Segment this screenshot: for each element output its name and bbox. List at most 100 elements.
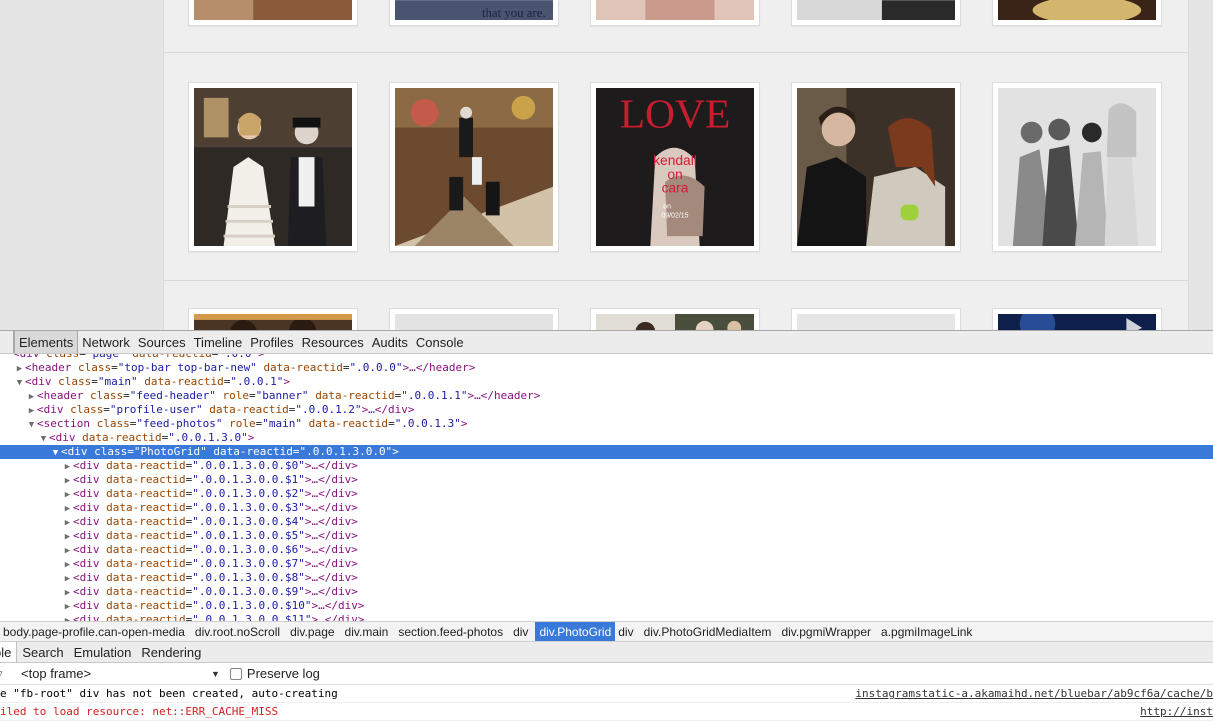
row-divider <box>164 280 1188 281</box>
frame-select[interactable]: <top frame> <box>21 666 211 681</box>
console-error-message: iled to load resource: net::ERR_CACHE_MI… <box>0 703 1213 721</box>
drawer-tab-console[interactable]: ole <box>0 642 18 662</box>
dom-node[interactable]: ▶ <header class="feed-header" role="banne… <box>0 389 1213 403</box>
dom-node[interactable]: ▶ <header class="top-bar top-bar-new" dat… <box>0 361 1213 375</box>
breadcrumb-item[interactable]: div.pgmiWrapper <box>778 622 878 641</box>
dom-node[interactable]: ▶ <div data-reactid=".0.0.1.3.0.0.$2">…</… <box>0 487 1213 501</box>
photo-tile[interactable]: that you are. <box>389 0 559 26</box>
expand-triangle-icon[interactable]: ▶ <box>62 572 73 586</box>
page-viewport: that you are. LOVE kendall on cara on 09… <box>0 0 1213 330</box>
breadcrumb-item[interactable]: div.root.noScroll <box>192 622 287 641</box>
photo-tile[interactable] <box>188 308 358 330</box>
tab-profiles[interactable]: Profiles <box>246 331 297 353</box>
photo-tile[interactable] <box>791 308 961 330</box>
expand-triangle-icon[interactable]: ▼ <box>50 446 61 460</box>
breadcrumb-item[interactable]: a.pgmiImageLink <box>878 622 979 641</box>
photo-tile[interactable] <box>590 308 760 330</box>
dom-node[interactable]: ▶ <div data-reactid=".0.0.1.3.0.0.$3">…</… <box>0 501 1213 515</box>
expand-triangle-icon[interactable]: ▼ <box>26 418 37 432</box>
devtools-tabbar: Elements Network Sources Timeline Profil… <box>0 330 1213 354</box>
drawer-tab-search[interactable]: Search <box>17 642 68 662</box>
tab-network[interactable]: Network <box>78 331 134 353</box>
dom-node[interactable]: ▶ <div data-reactid=".0.0.1.3.0.0.$4">…</… <box>0 515 1213 529</box>
breadcrumb-item[interactable]: div.PhotoGrid <box>535 622 616 641</box>
dom-node[interactable]: ▶ <div data-reactid=".0.0.1.3.0.0.$6">…</… <box>0 543 1213 557</box>
expand-triangle-icon[interactable]: ▶ <box>62 600 73 614</box>
breadcrumb-item[interactable]: div <box>615 622 640 641</box>
dom-node[interactable]: ▶ <div data-reactid=".0.0.1.3.0.0.$10">…<… <box>0 599 1213 613</box>
preserve-log-checkbox[interactable] <box>229 667 242 680</box>
drawer-tab-rendering[interactable]: Rendering <box>136 642 206 662</box>
photo-tile[interactable] <box>389 308 559 330</box>
expand-triangle-icon[interactable]: ▶ <box>26 404 37 418</box>
expand-triangle-icon[interactable]: ▶ <box>62 530 73 544</box>
dom-node[interactable]: ▼ <div class="main" data-reactid=".0.0.1"… <box>0 375 1213 389</box>
photo-tile[interactable] <box>188 0 358 26</box>
expand-triangle-icon[interactable]: ▶ <box>14 362 25 376</box>
chevron-down-icon[interactable]: ▼ <box>211 669 220 679</box>
expand-triangle-icon[interactable]: ▶ <box>62 558 73 572</box>
dom-node[interactable]: ▶ <div data-reactid=".0.0.1.3.0.0.$9">…</… <box>0 585 1213 599</box>
breadcrumb-item[interactable]: div <box>510 622 535 641</box>
console-source-link[interactable]: http://inst <box>1134 703 1213 720</box>
expand-triangle-icon[interactable]: ▼ <box>14 376 25 390</box>
dom-node-selected[interactable]: ▼ <div class="PhotoGrid" data-reactid=".0… <box>0 445 1213 459</box>
photo-image <box>998 88 1156 246</box>
dom-node[interactable]: ▼ <div data-reactid=".0.0.1.3.0"> <box>0 431 1213 445</box>
console-log-message: e "fb-root" div has not been created, au… <box>0 685 1213 703</box>
dom-node[interactable]: ▶ <div data-reactid=".0.0.1.3.0.0.$0">…</… <box>0 459 1213 473</box>
expand-triangle-icon[interactable]: ▶ <box>26 390 37 404</box>
tab-elements[interactable]: Elements <box>14 331 79 353</box>
dom-tree[interactable]: <div class="page" data-reactid=".0.0">▶<… <box>0 354 1213 651</box>
tab-resources[interactable]: Resources <box>298 331 368 353</box>
breadcrumb-item[interactable]: div.main <box>342 622 396 641</box>
dom-node[interactable]: ▼ <section class="feed-photos" role="main… <box>0 417 1213 431</box>
photo-tile[interactable] <box>992 0 1162 26</box>
dom-node[interactable]: ▶ <div data-reactid=".0.0.1.3.0.0.$7">…</… <box>0 557 1213 571</box>
photo-image <box>194 88 352 246</box>
drawer-tabbar: ole Search Emulation Rendering <box>0 642 1213 663</box>
photo-tile[interactable] <box>389 82 559 252</box>
expand-triangle-icon[interactable]: ▶ <box>62 460 73 474</box>
photo-tile[interactable] <box>188 82 358 252</box>
tab-audits[interactable]: Audits <box>368 331 412 353</box>
photo-tile[interactable]: LOVE kendall on cara on 09/02/15 <box>590 82 760 252</box>
photo-tile[interactable] <box>791 0 961 26</box>
console-source-link[interactable]: instagramstatic-a.akamaihd.net/bluebar/a… <box>849 685 1213 702</box>
photo-caption-text: that you are. <box>482 6 546 20</box>
breadcrumb-item[interactable]: section.feed-photos <box>395 622 510 641</box>
cover-text: cara <box>662 180 689 196</box>
preserve-log-label: Preserve log <box>246 666 320 681</box>
filter-icon[interactable]: ▿ <box>0 667 9 680</box>
console-toolbar: ▿ <top frame> ▼ Preserve log <box>0 663 1213 685</box>
devtools-panel: Elements Network Sources Timeline Profil… <box>0 330 1213 725</box>
tab-timeline[interactable]: Timeline <box>190 331 247 353</box>
cover-date: 09/02/15 <box>662 212 689 219</box>
dom-node[interactable]: ▶ <div data-reactid=".0.0.1.3.0.0.$8">…</… <box>0 571 1213 585</box>
tab-console[interactable]: Console <box>412 331 468 353</box>
expand-triangle-icon[interactable]: ▶ <box>62 502 73 516</box>
expand-triangle-icon[interactable]: ▶ <box>62 488 73 502</box>
expand-triangle-icon[interactable]: ▼ <box>38 432 49 446</box>
breadcrumb-item[interactable]: body.page-profile.can-open-media <box>0 622 192 641</box>
photo-tile[interactable] <box>992 82 1162 252</box>
breadcrumb-item[interactable]: div.page <box>287 622 341 641</box>
expand-triangle-icon[interactable]: ▶ <box>62 516 73 530</box>
dom-node[interactable]: ▶ <div class="profile-user" data-reactid=… <box>0 403 1213 417</box>
dom-node[interactable]: <div class="page" data-reactid=".0.0"> <box>0 354 1213 361</box>
photo-grid: that you are. LOVE kendall on cara on 09… <box>163 0 1189 330</box>
magazine-title: LOVE <box>620 91 731 137</box>
tab-sources[interactable]: Sources <box>134 331 190 353</box>
photo-tile[interactable] <box>992 308 1162 330</box>
dock-handle[interactable] <box>0 331 14 353</box>
expand-triangle-icon[interactable]: ▶ <box>62 544 73 558</box>
expand-triangle-icon[interactable]: ▶ <box>62 474 73 488</box>
photo-image <box>797 88 955 246</box>
photo-tile[interactable] <box>590 0 760 26</box>
expand-triangle-icon[interactable]: ▶ <box>62 586 73 600</box>
drawer-tab-emulation[interactable]: Emulation <box>69 642 137 662</box>
dom-node[interactable]: ▶ <div data-reactid=".0.0.1.3.0.0.$1">…</… <box>0 473 1213 487</box>
dom-node[interactable]: ▶ <div data-reactid=".0.0.1.3.0.0.$5">…</… <box>0 529 1213 543</box>
photo-tile[interactable] <box>791 82 961 252</box>
breadcrumb-item[interactable]: div.PhotoGridMediaItem <box>641 622 779 641</box>
